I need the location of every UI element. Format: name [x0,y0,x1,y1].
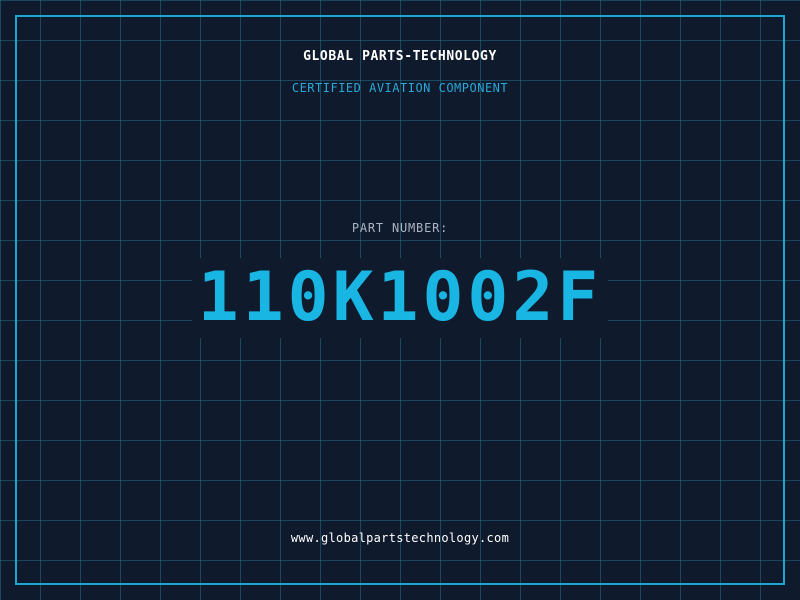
part-number-container: 110K1002F [0,258,800,338]
part-number-label: PART NUMBER: [351,221,449,235]
certification-subtitle: CERTIFIED AVIATION COMPONENT [291,81,509,95]
label-canvas: GLOBAL PARTS-TECHNOLOGY CERTIFIED AVIATI… [0,0,800,600]
company-name: GLOBAL PARTS-TECHNOLOGY [303,49,497,64]
website-url: www.globalpartstechnology.com [290,531,510,545]
part-number-value: 110K1002F [191,258,609,338]
